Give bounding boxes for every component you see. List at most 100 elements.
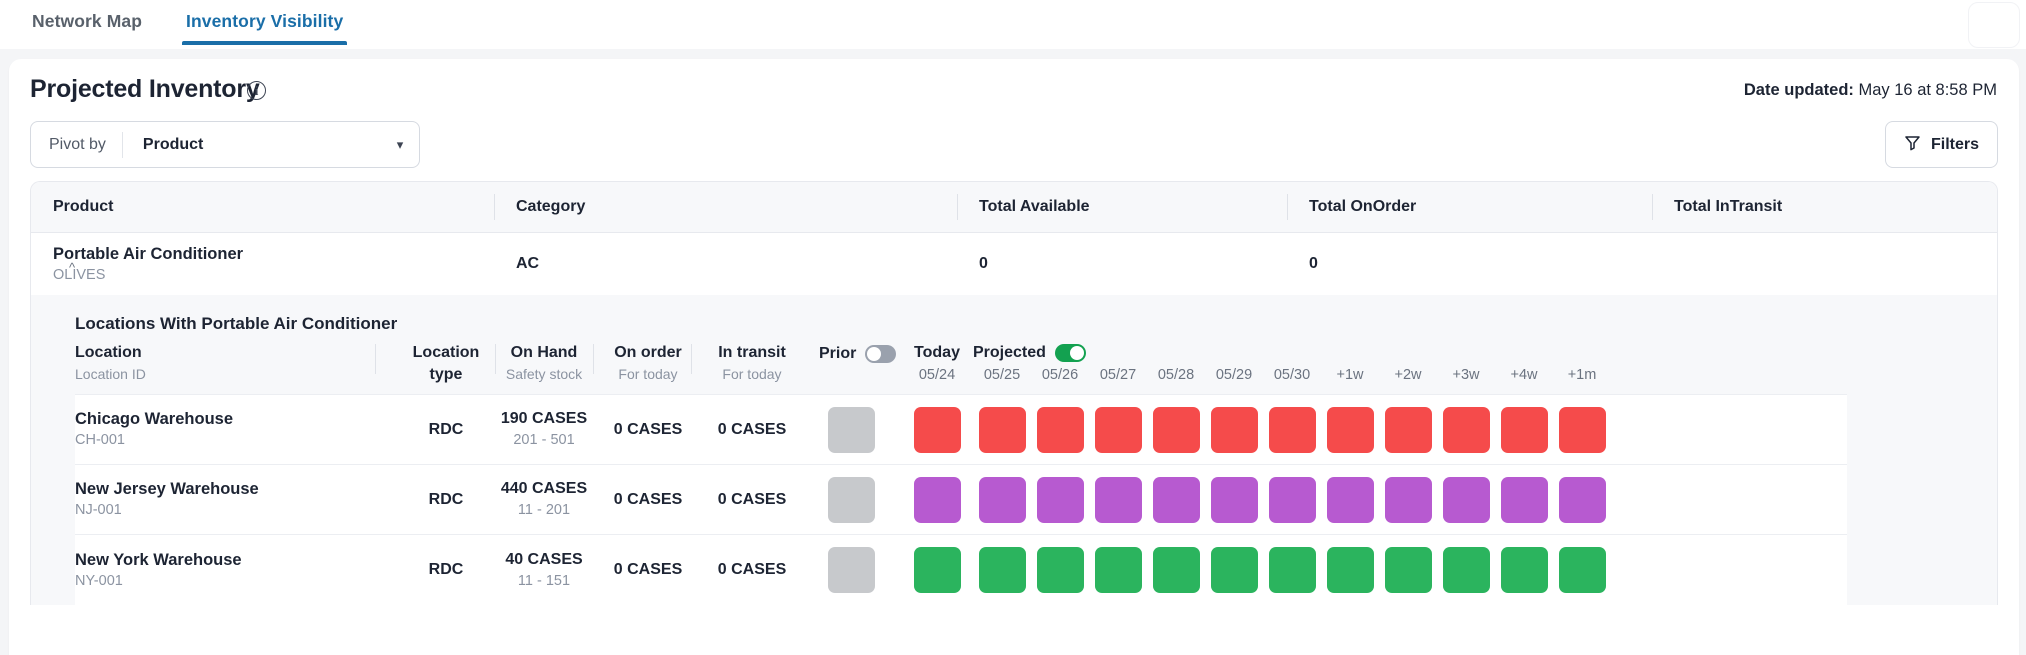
projected-swatch[interactable]: [1095, 407, 1142, 453]
column-header-total-onorder[interactable]: Total OnOrder: [1287, 193, 1652, 221]
projected-swatch-cell-5[interactable]: [1263, 407, 1321, 453]
projected-swatch-cell-7[interactable]: [1379, 547, 1437, 593]
tab-network-map[interactable]: Network Map: [10, 0, 164, 45]
column-header-product[interactable]: Product: [31, 193, 494, 221]
projected-swatch[interactable]: [1559, 547, 1606, 593]
column-header-location[interactable]: Location Location ID: [75, 342, 375, 384]
projected-swatch[interactable]: [1327, 547, 1374, 593]
prior-swatch-cell[interactable]: [801, 477, 901, 523]
projected-swatch-cell-9[interactable]: [1495, 407, 1553, 453]
projected-swatch[interactable]: [1501, 407, 1548, 453]
projected-swatch[interactable]: [1559, 477, 1606, 523]
projected-swatch-cell-4[interactable]: [1205, 547, 1263, 593]
info-icon[interactable]: i: [247, 81, 266, 100]
projected-swatch[interactable]: [1153, 477, 1200, 523]
projected-swatch[interactable]: [1443, 407, 1490, 453]
chevron-up-icon[interactable]: ^: [69, 262, 81, 274]
prior-swatch[interactable]: [828, 407, 875, 453]
prior-swatch[interactable]: [828, 547, 875, 593]
projected-swatch[interactable]: [1501, 477, 1548, 523]
projected-swatch-cell-0[interactable]: [973, 407, 1031, 453]
projected-swatch[interactable]: [1095, 547, 1142, 593]
projected-swatch[interactable]: [1095, 477, 1142, 523]
tab-inventory-visibility[interactable]: Inventory Visibility: [164, 0, 365, 45]
prior-swatch-cell[interactable]: [801, 547, 901, 593]
projected-swatch-cell-4[interactable]: [1205, 407, 1263, 453]
today-swatch-cell[interactable]: [901, 407, 973, 453]
column-header-in-transit[interactable]: In transit For today: [691, 342, 801, 384]
projected-swatch-cell-10[interactable]: [1553, 547, 1611, 593]
projected-swatch-cell-4[interactable]: [1205, 477, 1263, 523]
projected-swatch-cell-8[interactable]: [1437, 477, 1495, 523]
projected-swatch[interactable]: [1211, 407, 1258, 453]
location-row[interactable]: New Jersey WarehouseNJ-001RDC440 CASES11…: [75, 465, 1847, 535]
projected-swatch-cell-10[interactable]: [1553, 407, 1611, 453]
projected-swatch-cell-7[interactable]: [1379, 407, 1437, 453]
today-swatch-cell[interactable]: [901, 477, 973, 523]
projected-swatch[interactable]: [1037, 477, 1084, 523]
projected-swatch[interactable]: [979, 407, 1026, 453]
projected-swatch[interactable]: [1385, 407, 1432, 453]
projected-swatch-cell-2[interactable]: [1089, 547, 1147, 593]
projected-swatch-cell-3[interactable]: [1147, 547, 1205, 593]
projected-swatch-cell-0[interactable]: [973, 547, 1031, 593]
projected-swatch[interactable]: [1211, 477, 1258, 523]
projected-swatch[interactable]: [1269, 477, 1316, 523]
projected-swatch[interactable]: [1559, 407, 1606, 453]
projected-swatch[interactable]: [1211, 547, 1258, 593]
projected-swatch-cell-2[interactable]: [1089, 407, 1147, 453]
column-header-location-type[interactable]: Location type: [375, 342, 495, 386]
table-row[interactable]: ^ Portable Air Conditioner OLIVES AC 0 0: [31, 233, 1997, 295]
projected-swatch-cell-6[interactable]: [1321, 477, 1379, 523]
pivot-by-dropdown[interactable]: Pivot by Product ▾: [30, 121, 420, 168]
prior-swatch[interactable]: [828, 477, 875, 523]
projected-swatch[interactable]: [1443, 547, 1490, 593]
prior-toggle[interactable]: [865, 345, 896, 363]
projected-swatch-cell-3[interactable]: [1147, 477, 1205, 523]
location-row[interactable]: Chicago WarehouseCH-001RDC190 CASES201 -…: [75, 395, 1847, 465]
projected-swatch-cell-8[interactable]: [1437, 547, 1495, 593]
projected-swatch[interactable]: [1327, 407, 1374, 453]
today-swatch[interactable]: [914, 477, 961, 523]
location-row[interactable]: New York WarehouseNY-001RDC40 CASES11 - …: [75, 535, 1847, 605]
projected-swatch-cell-8[interactable]: [1437, 407, 1495, 453]
projected-swatch[interactable]: [979, 547, 1026, 593]
projected-swatch[interactable]: [1153, 547, 1200, 593]
projected-swatch-cell-9[interactable]: [1495, 547, 1553, 593]
projected-toggle[interactable]: [1055, 344, 1086, 362]
projected-swatch-cell-7[interactable]: [1379, 477, 1437, 523]
projected-swatch-cell-0[interactable]: [973, 477, 1031, 523]
projected-swatch-cell-6[interactable]: [1321, 547, 1379, 593]
projected-swatch[interactable]: [1501, 547, 1548, 593]
prior-swatch-cell[interactable]: [801, 407, 901, 453]
projected-swatch-cell-3[interactable]: [1147, 407, 1205, 453]
projected-swatch-cell-1[interactable]: [1031, 547, 1089, 593]
projected-swatch[interactable]: [1037, 547, 1084, 593]
projected-swatch-cell-10[interactable]: [1553, 477, 1611, 523]
filters-button[interactable]: Filters: [1885, 121, 1998, 168]
today-swatch-cell[interactable]: [901, 547, 973, 593]
projected-swatch[interactable]: [1269, 407, 1316, 453]
column-header-total-intransit[interactable]: Total InTransit: [1652, 193, 1997, 221]
projected-swatch[interactable]: [1153, 407, 1200, 453]
today-swatch[interactable]: [914, 547, 961, 593]
column-header-on-hand[interactable]: On Hand Safety stock: [495, 342, 593, 384]
projected-swatch-cell-9[interactable]: [1495, 477, 1553, 523]
projected-swatch-cell-1[interactable]: [1031, 407, 1089, 453]
column-header-on-order[interactable]: On order For today: [593, 342, 691, 384]
projected-swatch[interactable]: [1269, 547, 1316, 593]
projected-swatch[interactable]: [1443, 477, 1490, 523]
projected-swatch-cell-5[interactable]: [1263, 477, 1321, 523]
projected-swatch-cell-6[interactable]: [1321, 407, 1379, 453]
projected-swatch[interactable]: [1037, 407, 1084, 453]
projected-swatch-cell-2[interactable]: [1089, 477, 1147, 523]
projected-swatch[interactable]: [1385, 477, 1432, 523]
projected-swatch-cell-5[interactable]: [1263, 547, 1321, 593]
projected-swatch-cell-1[interactable]: [1031, 477, 1089, 523]
column-header-category[interactable]: Category: [494, 193, 957, 221]
today-swatch[interactable]: [914, 407, 961, 453]
column-header-total-available[interactable]: Total Available: [957, 193, 1287, 221]
projected-swatch[interactable]: [1327, 477, 1374, 523]
projected-swatch[interactable]: [979, 477, 1026, 523]
projected-swatch[interactable]: [1385, 547, 1432, 593]
